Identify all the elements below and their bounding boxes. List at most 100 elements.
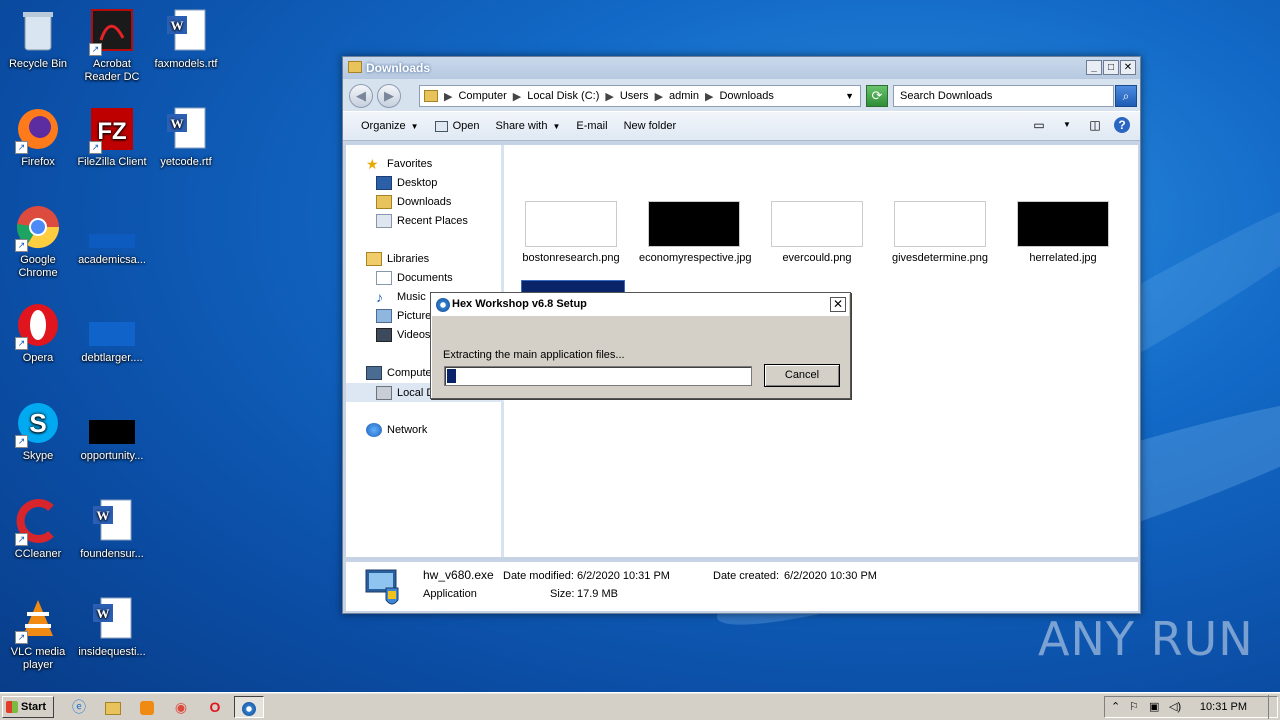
details-created-label: Date created: — [713, 570, 780, 582]
file-item[interactable]: givesdetermine.png — [885, 201, 995, 265]
explorer-titlebar[interactable]: Downloads _ □ ✕ — [343, 57, 1140, 79]
search-input[interactable]: Search Downloads — [893, 85, 1114, 107]
nav-network[interactable]: Network — [366, 423, 427, 437]
setup-taskbar-icon[interactable] — [234, 696, 264, 718]
breadcrumb-item[interactable]: Local Disk (C:) — [527, 90, 599, 102]
chevron-down-icon: ▼ — [552, 121, 561, 131]
recycle-bin-icon — [15, 8, 61, 54]
desktop-icon-debtlarger[interactable]: debtlarger.... — [74, 302, 150, 365]
image-thumbnail — [894, 201, 986, 247]
desktop-icon-foundensur[interactable]: W foundensur... — [74, 498, 150, 561]
acrobat-icon: ↗ — [89, 8, 135, 56]
breadcrumb-item[interactable]: Downloads — [719, 90, 773, 102]
network-tray-icon[interactable]: ▣ — [1149, 700, 1159, 713]
ccleaner-icon: ↗ — [15, 498, 61, 546]
svg-text:W: W — [171, 18, 184, 33]
chevron-down-icon[interactable]: ▼ — [1058, 116, 1076, 134]
vlc-icon: ↗ — [15, 596, 61, 644]
help-icon[interactable]: ? — [1114, 117, 1130, 133]
email-button[interactable]: E-mail — [568, 114, 615, 138]
word-doc-icon: W — [89, 596, 135, 642]
desktop-icon-insidequesti[interactable]: W insidequesti... — [74, 596, 150, 659]
start-button[interactable]: Start — [2, 696, 54, 718]
image-thumbnail — [648, 201, 740, 247]
desktop-icon-filezilla[interactable]: FZ ↗ FileZilla Client — [74, 106, 150, 169]
nav-videos[interactable]: Videos — [376, 328, 430, 342]
desktop-icon-opera[interactable]: ↗ Opera — [0, 302, 76, 365]
nav-favorites[interactable]: ★ Favorites — [366, 157, 432, 171]
internet-explorer-icon[interactable]: ⓔ — [66, 696, 92, 718]
breadcrumb-item[interactable]: admin — [669, 90, 699, 102]
desktop-icon-vlc[interactable]: ↗ VLC media player — [0, 596, 76, 672]
word-doc-icon: W — [163, 106, 209, 152]
chevron-down-icon[interactable]: ▼ — [845, 91, 854, 101]
desktop-icon-skype[interactable]: S ↗ Skype — [0, 400, 76, 463]
setup-dialog[interactable]: Hex Workshop v6.8 Setup ✕ Extracting the… — [430, 292, 851, 399]
nav-pictures[interactable]: Picture — [376, 309, 431, 323]
setup-titlebar[interactable]: Hex Workshop v6.8 Setup ✕ — [432, 294, 849, 316]
close-button[interactable]: ✕ — [1120, 60, 1136, 75]
explorer-taskbar-icon[interactable] — [100, 696, 126, 718]
maximize-button[interactable]: □ — [1103, 60, 1119, 75]
volume-icon[interactable]: ◁) — [1169, 700, 1181, 713]
nav-documents[interactable]: Documents — [376, 271, 453, 285]
show-desktop-button[interactable] — [1268, 695, 1280, 719]
command-bar: Organize ▼ Open Share with ▼ E-mail New fo… — [343, 111, 1140, 141]
opera-taskbar-icon[interactable]: O — [202, 696, 228, 718]
desktop-icon-yetcode[interactable]: W yetcode.rtf — [148, 106, 224, 169]
clock[interactable]: 10:31 PM — [1200, 701, 1247, 713]
back-button[interactable]: ◀ — [349, 84, 373, 108]
desktop-icon-opportunity[interactable]: opportunity... — [74, 400, 150, 463]
skype-icon: S ↗ — [15, 400, 61, 448]
chevron-up-icon[interactable]: ⌃ — [1111, 700, 1120, 713]
desktop-icon-acrobat[interactable]: ↗ Acrobat Reader DC — [74, 8, 150, 84]
nav-music[interactable]: ♪ Music — [376, 290, 426, 304]
hex-workshop-icon — [436, 298, 450, 312]
firefox-icon: ↗ — [15, 106, 61, 154]
setup-status-message: Extracting the main application files... — [443, 349, 625, 361]
chrome-taskbar-icon[interactable]: ◉ — [168, 696, 194, 718]
address-bar[interactable]: ▶ Computer ▶ Local Disk (C:) ▶ Users ▶ a… — [419, 85, 861, 107]
chevron-right-icon: ▶ — [605, 90, 614, 103]
breadcrumb-item[interactable]: Users — [620, 90, 649, 102]
chevron-right-icon: ▶ — [444, 90, 453, 103]
desktop-icon-academicsa[interactable]: academicsa... — [74, 204, 150, 267]
desktop-icon-ccleaner[interactable]: ↗ CCleaner — [0, 498, 76, 561]
cancel-button[interactable]: Cancel — [764, 364, 840, 387]
folder-icon — [424, 90, 438, 102]
opera-icon: ↗ — [15, 302, 61, 350]
desktop-icon-firefox[interactable]: ↗ Firefox — [0, 106, 76, 169]
new-folder-button[interactable]: New folder — [616, 114, 685, 138]
minimize-button[interactable]: _ — [1086, 60, 1102, 75]
organize-button[interactable]: Organize ▼ — [353, 114, 427, 138]
share-with-button[interactable]: Share with ▼ — [487, 114, 568, 138]
open-button[interactable]: Open — [427, 114, 488, 138]
search-icon[interactable]: ⌕ — [1115, 85, 1137, 107]
desktop-icon-recycle-bin[interactable]: Recycle Bin — [0, 8, 76, 71]
nav-recent-places[interactable]: Recent Places — [376, 214, 468, 228]
libraries-icon — [366, 252, 382, 266]
forward-button[interactable]: ▶ — [377, 84, 401, 108]
refresh-button[interactable]: ⟳ — [866, 85, 888, 107]
downloads-folder-icon — [376, 195, 392, 209]
file-item[interactable]: evercould.png — [762, 201, 872, 265]
preview-pane-icon[interactable]: ◫ — [1086, 116, 1104, 134]
breadcrumb-item[interactable]: Computer — [458, 90, 506, 102]
nav-computer[interactable]: Compute — [366, 366, 432, 380]
file-item[interactable]: economyrespective.jpg — [639, 201, 752, 265]
file-item[interactable]: bostonresearch.png — [516, 201, 626, 265]
anyrun-watermark: ANY RUN — [1038, 612, 1254, 666]
desktop-icon-faxmodels[interactable]: W faxmodels.rtf — [148, 8, 224, 71]
details-pane: hw_v680.exe Date modified: 6/2/2020 10:3… — [346, 561, 1138, 611]
svg-text:S: S — [29, 408, 46, 438]
nav-libraries[interactable]: Libraries — [366, 252, 429, 266]
nav-downloads[interactable]: Downloads — [376, 195, 451, 209]
desktop-icon-chrome[interactable]: ↗ Google Chrome — [0, 204, 76, 280]
flag-icon[interactable]: ⚐ — [1129, 700, 1139, 713]
close-button[interactable]: ✕ — [830, 297, 846, 312]
view-options-icon[interactable]: ▭ — [1030, 116, 1048, 134]
nav-desktop[interactable]: Desktop — [376, 176, 437, 190]
window-title: Downloads — [366, 61, 431, 75]
file-item[interactable]: herrelated.jpg — [1008, 201, 1118, 265]
media-player-icon[interactable] — [134, 696, 160, 718]
